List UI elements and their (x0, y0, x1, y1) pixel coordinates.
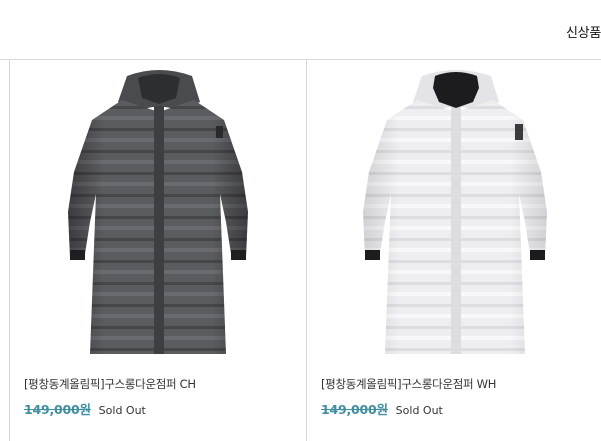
sold-out-badge: Sold Out (395, 404, 443, 417)
product-image-white-jacket[interactable] (327, 62, 585, 362)
product-name[interactable]: [평창동계올림픽]구스롱다운점퍼 CH (24, 376, 196, 392)
product-card-charcoal[interactable]: [평창동계올림픽]구스롱다운점퍼 CH 149,000원 Sold Out (10, 60, 306, 441)
product-price-strikethrough: 149,000원 (24, 402, 91, 417)
product-card-white[interactable]: [평창동계올림픽]구스롱다운점퍼 WH 149,000원 Sold Out (307, 60, 601, 441)
sold-out-badge: Sold Out (98, 404, 146, 417)
product-price-strikethrough: 149,000원 (321, 402, 388, 417)
product-name[interactable]: [평창동계올림픽]구스롱다운점퍼 WH (321, 376, 496, 392)
new-items-link[interactable]: 신상품 (566, 22, 601, 41)
product-image-charcoal-jacket[interactable] (30, 62, 288, 362)
top-bar: 신상품 (0, 0, 601, 60)
product-listing-page: 신상품 [평창동계올림픽]구스롱다운점퍼 CH 149,000원 Sold Ou… (0, 0, 601, 441)
price-row: 149,000원 Sold Out (24, 399, 146, 418)
price-row: 149,000원 Sold Out (321, 399, 443, 418)
